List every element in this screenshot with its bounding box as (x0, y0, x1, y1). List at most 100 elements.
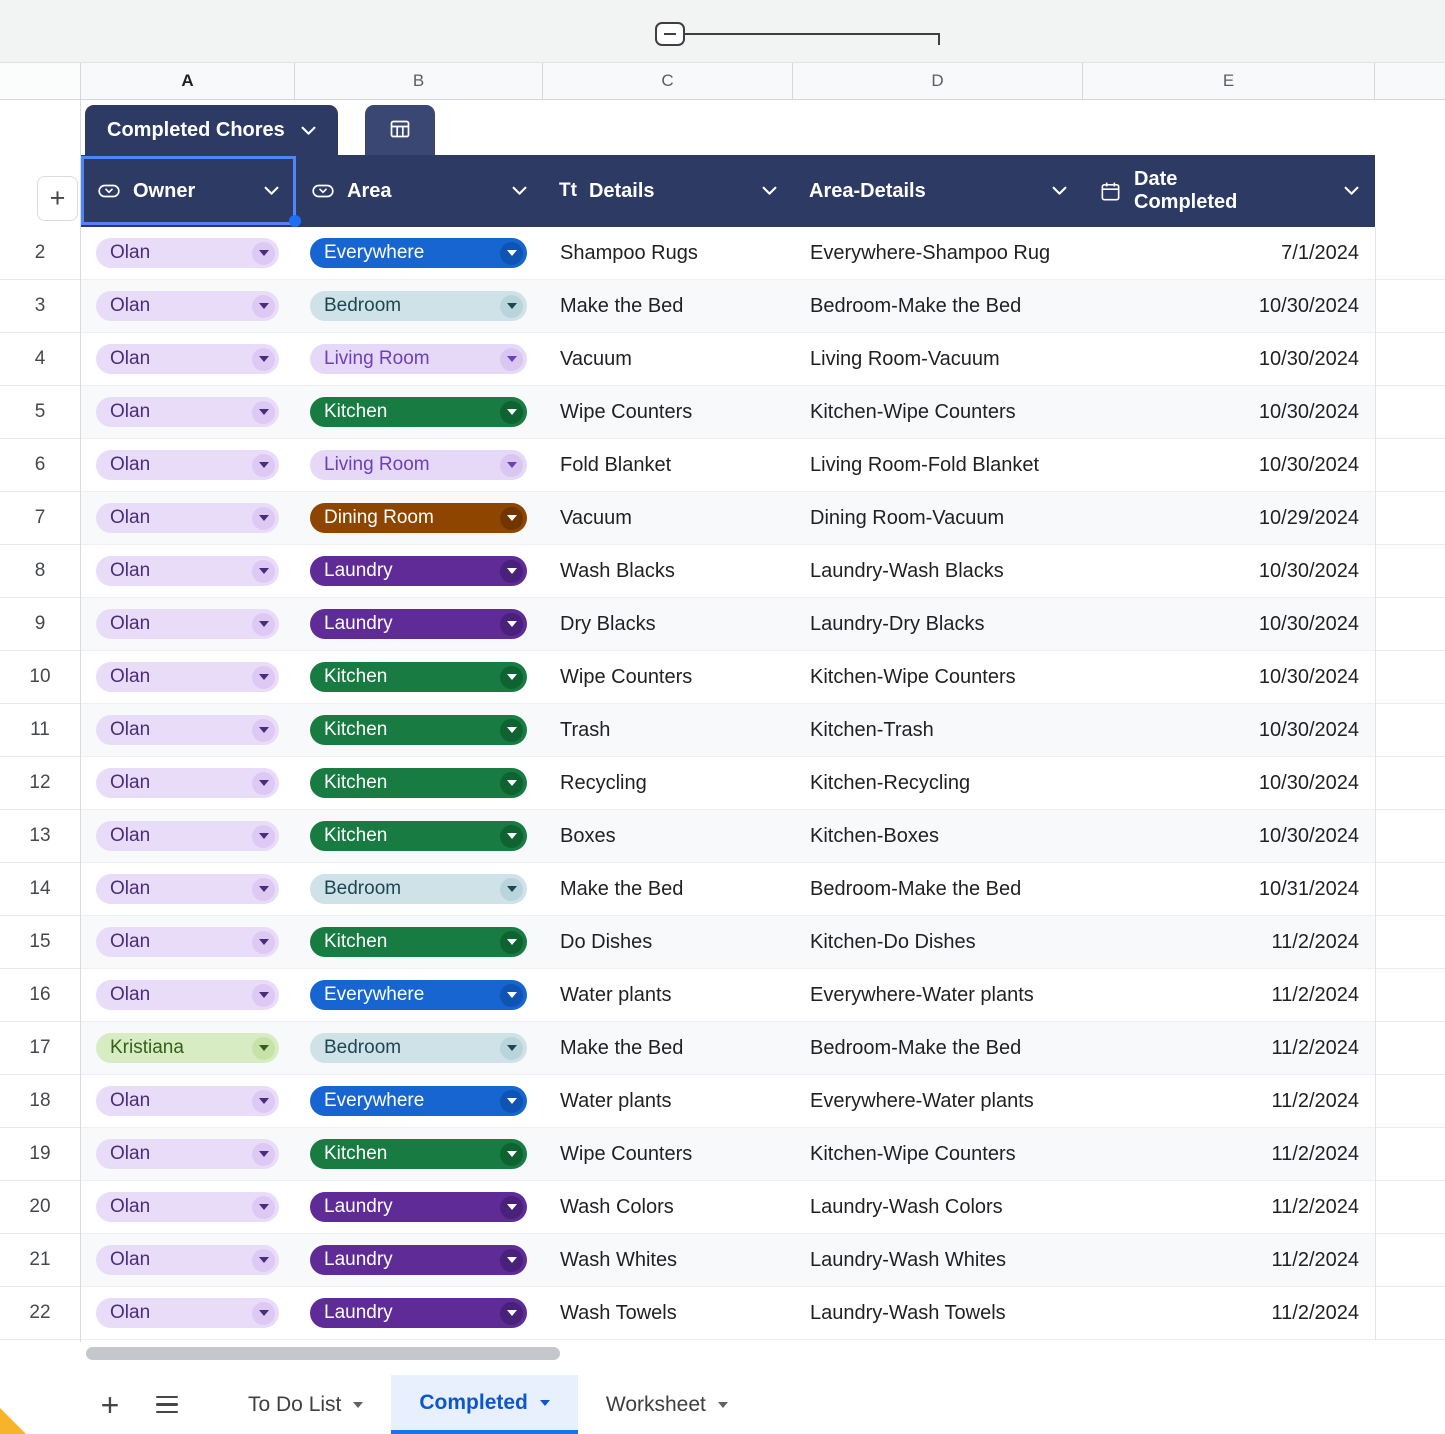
area-chip[interactable]: Laundry (310, 1298, 527, 1328)
chip-dropdown-icon[interactable] (500, 878, 523, 901)
chip-dropdown-icon[interactable] (500, 401, 523, 424)
row-number[interactable]: 17 (0, 1022, 80, 1075)
chip-dropdown-icon[interactable] (500, 1037, 523, 1060)
area-details-cell[interactable]: Kitchen-Do Dishes (793, 916, 1083, 968)
area-cell[interactable]: Laundry (295, 545, 543, 597)
date-completed-cell[interactable]: 10/30/2024 (1083, 757, 1375, 809)
owner-chip[interactable]: Olan (96, 662, 279, 692)
chip-dropdown-icon[interactable] (252, 931, 275, 954)
fill-handle[interactable] (289, 215, 301, 227)
column-letter-a[interactable]: A (81, 63, 295, 99)
area-chip[interactable]: Everywhere (310, 238, 527, 268)
tab-dropdown-icon[interactable] (540, 1400, 550, 1406)
table-name-button[interactable]: Completed Chores (85, 105, 338, 155)
chip-dropdown-icon[interactable] (252, 1196, 275, 1219)
date-completed-cell[interactable]: 10/30/2024 (1083, 545, 1375, 597)
row-number[interactable]: 19 (0, 1128, 80, 1181)
tab-dropdown-icon[interactable] (718, 1402, 728, 1408)
area-chip[interactable]: Laundry (310, 1245, 527, 1275)
empty-cell[interactable] (1376, 386, 1445, 439)
date-completed-cell[interactable]: 10/30/2024 (1083, 386, 1375, 438)
owner-chip[interactable]: Olan (96, 927, 279, 957)
area-cell[interactable]: Laundry (295, 1287, 543, 1339)
details-cell[interactable]: Do Dishes (543, 916, 793, 968)
date-completed-cell[interactable]: 11/2/2024 (1083, 1128, 1375, 1180)
empty-cell[interactable] (1376, 492, 1445, 545)
area-cell[interactable]: Everywhere (295, 969, 543, 1021)
chip-dropdown-icon[interactable] (252, 1249, 275, 1272)
row-number[interactable]: 9 (0, 598, 80, 651)
details-cell[interactable]: Trash (543, 704, 793, 756)
owner-chip[interactable]: Kristiana (96, 1033, 279, 1063)
owner-cell[interactable]: Olan (81, 863, 295, 915)
date-completed-cell[interactable]: 10/30/2024 (1083, 810, 1375, 862)
details-cell[interactable]: Wash Towels (543, 1287, 793, 1339)
chip-dropdown-icon[interactable] (252, 1302, 275, 1325)
area-chip[interactable]: Kitchen (310, 397, 527, 427)
row-number[interactable]: 4 (0, 333, 80, 386)
chip-dropdown-icon[interactable] (252, 348, 275, 371)
chip-dropdown-icon[interactable] (500, 825, 523, 848)
area-chip[interactable]: Everywhere (310, 980, 527, 1010)
owner-chip[interactable]: Olan (96, 1086, 279, 1116)
header-cell-owner[interactable]: Owner (81, 155, 295, 227)
empty-cell[interactable] (1376, 598, 1445, 651)
chip-dropdown-icon[interactable] (252, 454, 275, 477)
area-details-cell[interactable]: Kitchen-Recycling (793, 757, 1083, 809)
row-number[interactable]: 20 (0, 1181, 80, 1234)
chip-dropdown-icon[interactable] (500, 454, 523, 477)
row-number[interactable]: 2 (0, 227, 80, 280)
owner-chip[interactable]: Olan (96, 1192, 279, 1222)
owner-cell[interactable]: Olan (81, 439, 295, 491)
chip-dropdown-icon[interactable] (500, 931, 523, 954)
column-letter-f[interactable] (1375, 63, 1445, 99)
owner-cell[interactable]: Olan (81, 1128, 295, 1180)
area-details-cell[interactable]: Everywhere-Shampoo Rug (793, 227, 1083, 279)
add-sheet-button[interactable]: + (88, 1389, 132, 1421)
owner-cell[interactable]: Olan (81, 492, 295, 544)
details-cell[interactable]: Wash Whites (543, 1234, 793, 1286)
sheet-tab-completed[interactable]: Completed (391, 1375, 578, 1434)
area-details-cell[interactable]: Laundry-Wash Towels (793, 1287, 1083, 1339)
chevron-down-icon[interactable] (264, 186, 279, 196)
owner-cell[interactable]: Olan (81, 969, 295, 1021)
empty-cell[interactable] (1376, 651, 1445, 704)
owner-cell[interactable]: Olan (81, 651, 295, 703)
area-chip[interactable]: Kitchen (310, 821, 527, 851)
empty-cell[interactable] (1376, 1075, 1445, 1128)
owner-cell[interactable]: Olan (81, 545, 295, 597)
column-width-slider[interactable] (655, 18, 945, 50)
details-cell[interactable]: Wipe Counters (543, 386, 793, 438)
owner-chip[interactable]: Olan (96, 609, 279, 639)
area-chip[interactable]: Kitchen (310, 1139, 527, 1169)
owner-cell[interactable]: Olan (81, 1287, 295, 1339)
empty-cell[interactable] (1376, 1181, 1445, 1234)
area-details-cell[interactable]: Kitchen-Boxes (793, 810, 1083, 862)
area-cell[interactable]: Laundry (295, 598, 543, 650)
area-chip[interactable]: Bedroom (310, 291, 527, 321)
chip-dropdown-icon[interactable] (252, 507, 275, 530)
area-chip[interactable]: Laundry (310, 556, 527, 586)
area-cell[interactable]: Bedroom (295, 280, 543, 332)
date-completed-cell[interactable]: 11/2/2024 (1083, 916, 1375, 968)
empty-cell[interactable] (1376, 333, 1445, 386)
owner-chip[interactable]: Olan (96, 556, 279, 586)
owner-cell[interactable]: Olan (81, 386, 295, 438)
area-details-cell[interactable]: Kitchen-Wipe Counters (793, 1128, 1083, 1180)
area-chip[interactable]: Bedroom (310, 874, 527, 904)
column-letter-b[interactable]: B (295, 63, 543, 99)
empty-cell[interactable] (1376, 545, 1445, 598)
owner-chip[interactable]: Olan (96, 238, 279, 268)
area-chip[interactable]: Kitchen (310, 768, 527, 798)
row-number[interactable]: 14 (0, 863, 80, 916)
date-completed-cell[interactable]: 10/31/2024 (1083, 863, 1375, 915)
chip-dropdown-icon[interactable] (500, 1249, 523, 1272)
owner-cell[interactable]: Kristiana (81, 1022, 295, 1074)
owner-chip[interactable]: Olan (96, 715, 279, 745)
owner-cell[interactable]: Olan (81, 810, 295, 862)
empty-cell[interactable] (1376, 916, 1445, 969)
column-letter-e[interactable]: E (1083, 63, 1375, 99)
area-chip[interactable]: Everywhere (310, 1086, 527, 1116)
area-cell[interactable]: Living Room (295, 333, 543, 385)
area-details-cell[interactable]: Kitchen-Wipe Counters (793, 386, 1083, 438)
